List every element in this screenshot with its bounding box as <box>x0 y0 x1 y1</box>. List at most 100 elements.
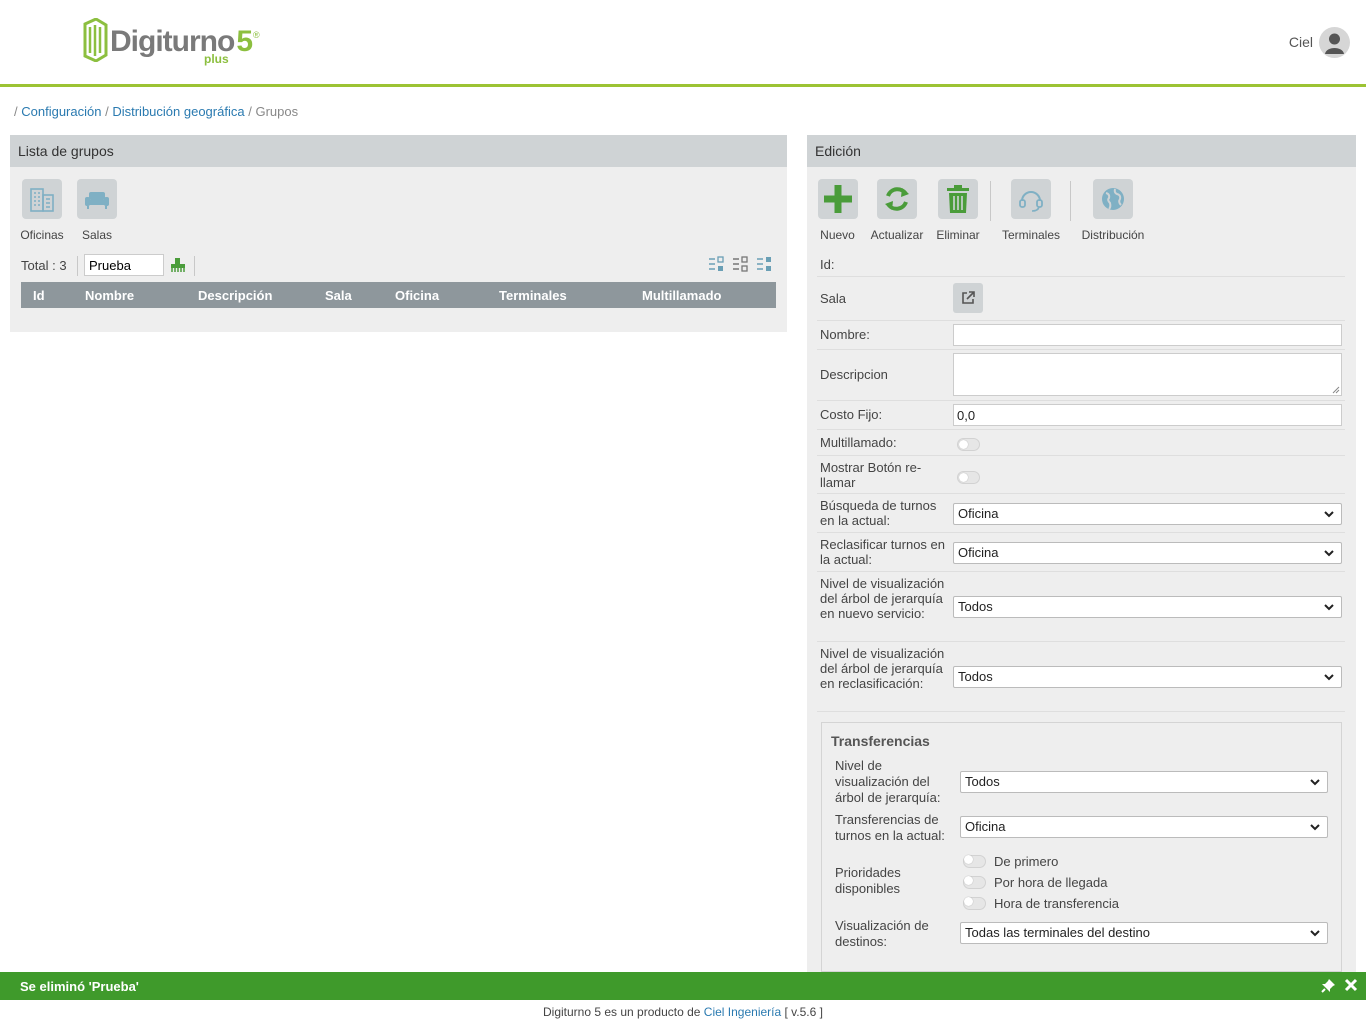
breadcrumb-distribucion[interactable]: Distribución geográfica <box>112 104 244 119</box>
digiturno-logo[interactable]: Digiturno 5 ® plus <box>82 18 260 66</box>
nivel-nuevo-row: Nivel de visualización del árbol de jera… <box>817 572 1345 642</box>
multillamado-toggle[interactable] <box>957 438 980 451</box>
column-multillamado[interactable]: Multillamado <box>642 288 721 303</box>
user-avatar[interactable] <box>1319 27 1350 58</box>
user-icon <box>1325 33 1344 54</box>
busqueda-label: Búsqueda de turnos en la actual: <box>820 498 937 528</box>
eliminar-label: Eliminar <box>936 228 980 242</box>
grid-header: Id Nombre Descripción Sala Oficina Termi… <box>21 282 776 308</box>
column-nombre[interactable]: Nombre <box>85 288 134 303</box>
plus-icon <box>823 185 852 213</box>
distribucion-button[interactable]: Distribución <box>1080 179 1146 242</box>
mostrar-row: Mostrar Botón re-llamar <box>817 456 1345 494</box>
reclasificar-value: Oficina <box>958 545 999 560</box>
terminales-label: Terminales <box>1001 228 1061 242</box>
busqueda-value: Oficina <box>958 506 999 521</box>
oficinas-button[interactable]: Oficinas <box>20 179 64 242</box>
prioridad-label: Hora de transferencia <box>994 896 1120 911</box>
expand-columns-button[interactable] <box>708 256 725 276</box>
column-sala[interactable]: Sala <box>325 288 352 303</box>
sala-open-button[interactable] <box>953 283 983 313</box>
salas-button[interactable]: Salas <box>76 179 118 242</box>
nivel-nuevo-label: Nivel de visualización del árbol de jera… <box>820 576 945 621</box>
nivel-reclas-select[interactable]: Todos <box>953 666 1342 688</box>
group-list-title: Lista de grupos <box>10 135 787 167</box>
chevron-down-icon <box>1324 550 1334 557</box>
collapse-columns-button[interactable] <box>732 256 749 276</box>
pin-notification-button[interactable] <box>1321 978 1336 996</box>
actualizar-button[interactable]: Actualizar <box>868 179 926 242</box>
close-icon <box>1344 978 1358 992</box>
chevron-down-icon <box>1324 604 1334 611</box>
trans-turnos-label: Transferencias de turnos en la actual: <box>835 812 945 843</box>
reclasificar-label: Reclasificar turnos en la actual: <box>820 537 945 567</box>
breadcrumb-configuracion[interactable]: Configuración <box>21 104 101 119</box>
pin-icon <box>1321 979 1335 993</box>
destinos-select[interactable]: Todas las terminales del destino <box>960 922 1328 944</box>
busqueda-select[interactable]: Oficina <box>953 503 1342 525</box>
nombre-label: Nombre: <box>820 327 870 342</box>
mostrar-label: Mostrar Botón re-llamar <box>820 460 922 490</box>
edition-title: Edición <box>807 135 1356 167</box>
prioridad-toggle[interactable] <box>963 897 986 910</box>
nivel-nuevo-select[interactable]: Todos <box>953 596 1342 618</box>
column-descripcion[interactable]: Descripción <box>198 288 272 303</box>
divider <box>77 256 78 276</box>
descripcion-textarea[interactable] <box>953 353 1342 396</box>
costo-input[interactable] <box>953 404 1342 426</box>
logo-registered: ® <box>253 30 260 40</box>
trans-turnos-select[interactable]: Oficina <box>960 816 1328 838</box>
chevron-down-icon <box>1310 779 1320 786</box>
destinos-value: Todas las terminales del destino <box>965 925 1150 940</box>
list-icon <box>733 256 748 272</box>
distribucion-label: Distribución <box>1081 228 1145 242</box>
divider <box>1070 181 1071 221</box>
eliminar-button[interactable]: Eliminar <box>936 179 980 242</box>
terminales-button[interactable]: Terminales <box>1000 179 1062 242</box>
trans-nivel-select[interactable]: Todos <box>960 771 1328 793</box>
chevron-down-icon <box>1324 674 1334 681</box>
prioridad-option[interactable]: De primero <box>963 854 1058 869</box>
column-oficina[interactable]: Oficina <box>395 288 439 303</box>
prioridad-label: De primero <box>994 854 1059 869</box>
prioridad-option[interactable]: Por hora de llegada <box>963 875 1107 890</box>
chevron-down-icon <box>1310 930 1320 937</box>
group-filter-input[interactable] <box>84 254 164 276</box>
nivel-reclas-label: Nivel de visualización del árbol de jera… <box>820 646 945 691</box>
refresh-icon <box>885 187 909 211</box>
chevron-down-icon <box>1310 824 1320 831</box>
user-name[interactable]: Ciel <box>1289 34 1313 50</box>
reclasificar-select[interactable]: Oficina <box>953 542 1342 564</box>
breadcrumb-grupos: Grupos <box>255 104 299 119</box>
nombre-row: Nombre: <box>817 321 1345 350</box>
footer: Digiturno 5 es un producto de Ciel Ingen… <box>0 1005 1366 1019</box>
prioridad-toggle[interactable] <box>963 876 986 889</box>
oficinas-label: Oficinas <box>20 228 64 242</box>
nivel-reclas-value: Todos <box>958 669 993 684</box>
prioridad-option[interactable]: Hora de transferencia <box>963 896 1119 911</box>
clear-filter-button[interactable] <box>170 257 186 276</box>
eraser-icon <box>171 258 185 272</box>
sofa-icon <box>85 192 109 209</box>
footer-link[interactable]: Ciel Ingeniería <box>704 1005 781 1019</box>
actualizar-label: Actualizar <box>870 228 924 242</box>
logo-mark-icon <box>83 18 108 62</box>
trans-nivel-value: Todos <box>965 774 1000 789</box>
total-count: Total : 3 <box>21 258 67 273</box>
column-terminales[interactable]: Terminales <box>499 288 567 303</box>
column-id[interactable]: Id <box>33 288 45 303</box>
trans-nivel-label: Nivel de visualización del árbol de jera… <box>835 758 941 805</box>
mostrar-toggle[interactable] <box>957 471 980 484</box>
nuevo-button[interactable]: Nuevo <box>817 179 858 242</box>
resize-handle-icon <box>1332 386 1340 394</box>
prioridad-toggle[interactable] <box>963 855 986 868</box>
descripcion-label: Descripcion <box>820 367 888 382</box>
footer-version: [ v.5.6 ] <box>784 1005 823 1019</box>
notification-text: Se eliminó 'Prueba' <box>20 979 139 994</box>
select-columns-button[interactable] <box>756 256 773 276</box>
nuevo-label: Nuevo <box>820 228 855 242</box>
close-notification-button[interactable] <box>1344 978 1358 995</box>
id-label: Id: <box>820 257 835 272</box>
nombre-input[interactable] <box>953 324 1342 346</box>
sala-label: Sala <box>820 291 847 306</box>
